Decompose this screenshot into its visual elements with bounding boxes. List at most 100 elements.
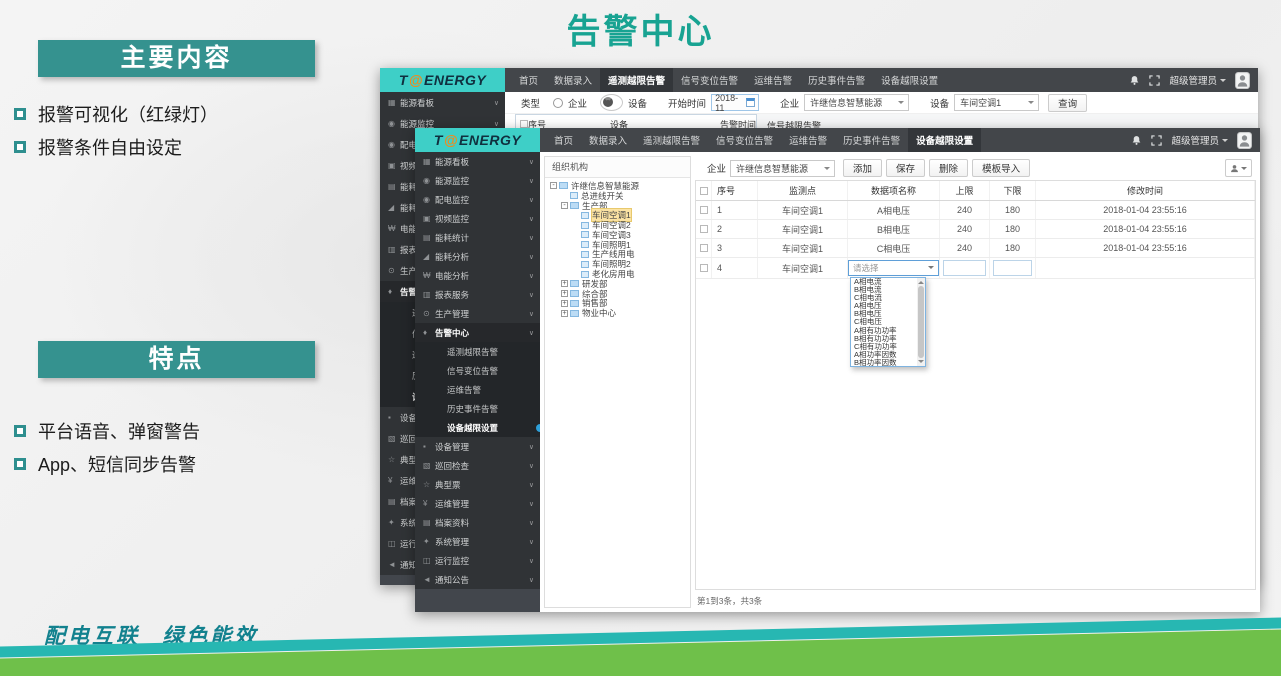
nav-item[interactable]: 运维告警 (781, 128, 835, 152)
bell-icon[interactable] (1129, 75, 1140, 86)
nav-item[interactable]: 历史事件告警 (835, 128, 908, 152)
toolbar-button[interactable]: 模板导入 (972, 159, 1030, 177)
tree-expander-icon[interactable]: - (550, 182, 557, 189)
sidebar-item[interactable]: 设备越限设置 (415, 418, 540, 437)
nav-item[interactable]: 首页 (546, 128, 581, 152)
nav-item[interactable]: 首页 (511, 68, 546, 92)
sidebar-item[interactable]: ▦ 能源看板 ∨ (415, 152, 540, 171)
nav-item[interactable]: 信号变位告警 (673, 68, 746, 92)
device-select[interactable]: 车间空调1 (954, 94, 1039, 111)
user-name: 超级管理员 (1169, 73, 1217, 87)
user-menu[interactable]: 超级管理员 (1169, 73, 1226, 87)
fullscreen-icon[interactable] (1149, 75, 1160, 86)
lower-limit-input[interactable] (993, 260, 1033, 276)
company-select[interactable]: 许继信息智慧能源 (804, 94, 909, 111)
sidebar-item[interactable]: 信号变位告警 (415, 361, 540, 380)
table-row[interactable]: 1 车间空调1 A相电压 240 180 2018-01-04 23:55:16 (696, 201, 1255, 220)
tree-node[interactable]: + 综合部 (545, 289, 690, 299)
app-header: T@ENERGY 首页数据录入遥测越限告警信号变位告警运维告警历史事件告警设备越… (380, 68, 1258, 92)
nav-item[interactable]: 设备越限设置 (873, 68, 946, 92)
folder-icon (581, 241, 589, 248)
fullscreen-icon[interactable] (1151, 135, 1162, 146)
table-row[interactable]: 3 车间空调1 C相电压 240 180 2018-01-04 23:55:16 (696, 239, 1255, 258)
tree-node[interactable]: 老化房用电 (545, 269, 690, 279)
dropdown-option[interactable]: B相功率因数 (851, 359, 917, 366)
tree-node[interactable]: + 物业中心 (545, 308, 690, 318)
sidebar-item[interactable]: 历史事件告警 (415, 399, 540, 418)
sidebar-item[interactable]: ▤ 能耗统计 ∨ (415, 228, 540, 247)
tree-expander-icon[interactable]: + (561, 310, 568, 317)
sidebar-item[interactable]: ▧ 巡回检查 ∨ (415, 456, 540, 475)
select-all-checkbox[interactable] (520, 120, 528, 128)
toolbar-button[interactable]: 添加 (843, 159, 882, 177)
dropdown-scrollbar[interactable] (917, 278, 925, 366)
sidebar-item[interactable]: ▣ 视频监控 ∨ (415, 209, 540, 228)
folder-icon (559, 182, 568, 189)
nav-item[interactable]: 信号变位告警 (708, 128, 781, 152)
sidebar-item-icon: ▥ (388, 245, 400, 254)
sidebar-item[interactable]: ▥ 报表服务 ∨ (415, 285, 540, 304)
sidebar-item[interactable]: ▦ 能源看板 ∨ (380, 92, 505, 113)
tree-node[interactable]: 总进线开关 (545, 191, 690, 201)
tree-node[interactable]: + 研发部 (545, 279, 690, 289)
toolbar-button[interactable]: 删除 (929, 159, 968, 177)
nav-item[interactable]: 遥测越限告警 (600, 68, 673, 92)
scroll-down-icon[interactable] (918, 360, 924, 366)
row-checkbox[interactable] (700, 244, 708, 252)
user-menu[interactable]: 超级管理员 (1171, 133, 1228, 147)
sidebar-item[interactable]: ♦ 告警中心 ∨ (415, 323, 540, 342)
data-item-select[interactable]: 请选择 (848, 260, 939, 276)
sidebar-item[interactable]: ◫ 运行监控 ∨ (415, 551, 540, 570)
sidebar-item-label: 运维告警 (447, 384, 534, 396)
row-checkbox[interactable] (700, 264, 708, 272)
sidebar-item[interactable]: ₩ 电能分析 ∨ (415, 266, 540, 285)
logo-text: ENERGY (459, 132, 521, 148)
sidebar-item[interactable]: ◉ 配电监控 ∨ (415, 190, 540, 209)
nav-item[interactable]: 数据录入 (546, 68, 600, 92)
header-right: 超级管理员 (1129, 68, 1258, 92)
bell-icon[interactable] (1131, 135, 1142, 146)
sidebar-item[interactable]: 运维告警 (415, 380, 540, 399)
search-button[interactable]: 查询 (1048, 94, 1087, 112)
nav-item[interactable]: 设备越限设置 (908, 128, 981, 152)
nav-item[interactable]: 数据录入 (581, 128, 635, 152)
radio-device[interactable] (600, 94, 623, 111)
company-select[interactable]: 许继信息智慧能源 (730, 160, 835, 177)
sidebar-item[interactable]: ☆ 典型票 ∨ (415, 475, 540, 494)
sidebar-item[interactable]: ◉ 能源监控 ∨ (415, 171, 540, 190)
user-name: 超级管理员 (1171, 133, 1219, 147)
sidebar-item[interactable]: 遥测越限告警 (415, 342, 540, 361)
table-row[interactable]: 2 车间空调1 B相电压 240 180 2018-01-04 23:55:16 (696, 220, 1255, 239)
row-checkbox[interactable] (700, 225, 708, 233)
sidebar-item[interactable]: ⊙ 生产管理 ∨ (415, 304, 540, 323)
sidebar-item[interactable]: ▤ 档案资料 ∨ (415, 513, 540, 532)
start-time-input[interactable]: 2018-11 (711, 94, 759, 111)
sidebar-item[interactable]: ¥ 运维管理 ∨ (415, 494, 540, 513)
scroll-thumb[interactable] (918, 286, 924, 358)
top-nav: 首页数据录入遥测越限告警信号变位告警运维告警历史事件告警设备越限设置 (511, 68, 946, 92)
row-checkbox[interactable] (700, 206, 708, 214)
tree-expander-icon[interactable]: + (561, 280, 568, 287)
chevron-down-icon: ∨ (529, 177, 534, 185)
sidebar-item-label: 生产管理 (435, 308, 529, 320)
nav-item[interactable]: 运维告警 (746, 68, 800, 92)
sidebar-item[interactable]: ◄ 通知公告 ∨ (415, 570, 540, 589)
tree-expander-icon[interactable]: + (561, 300, 568, 307)
folder-icon (570, 280, 579, 287)
toolbar-button[interactable]: 保存 (886, 159, 925, 177)
scroll-up-icon[interactable] (918, 278, 924, 284)
sidebar-item[interactable]: ◢ 能耗分析 ∨ (415, 247, 540, 266)
sidebar-item[interactable]: ✦ 系统管理 ∨ (415, 532, 540, 551)
radio-company[interactable] (553, 98, 563, 108)
tree-node[interactable]: + 销售部 (545, 299, 690, 309)
nav-item[interactable]: 历史事件告警 (800, 68, 873, 92)
upper-limit-input[interactable] (943, 260, 986, 276)
user-export-button[interactable] (1225, 159, 1252, 177)
avatar[interactable] (1237, 132, 1252, 149)
sidebar-item[interactable]: ▪ 设备管理 ∨ (415, 437, 540, 456)
tree-expander-icon[interactable]: + (561, 290, 568, 297)
avatar[interactable] (1235, 72, 1250, 89)
tree-expander-icon[interactable]: - (561, 202, 568, 209)
nav-item[interactable]: 遥测越限告警 (635, 128, 708, 152)
select-all-checkbox[interactable] (700, 187, 708, 195)
